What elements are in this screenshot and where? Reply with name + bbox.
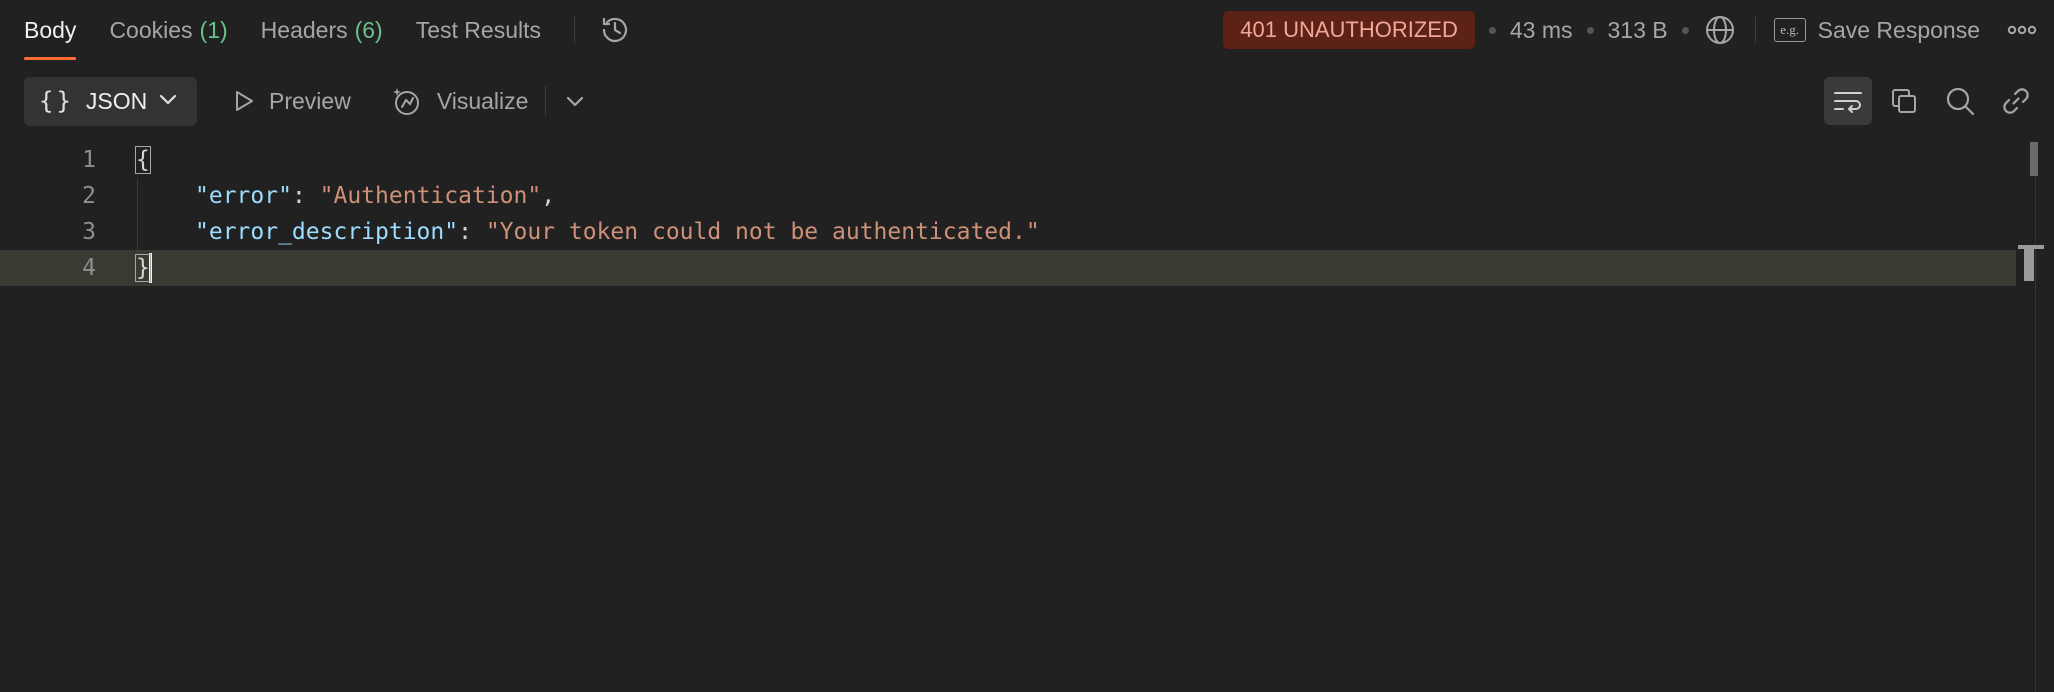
divider <box>545 86 547 116</box>
divider <box>1754 17 1756 43</box>
code-line: 3 "error_description": "Your token could… <box>0 214 2016 250</box>
response-tabs-bar: Body Cookies (1) Headers (6) Test Result… <box>0 0 2054 60</box>
copy-icon[interactable] <box>1880 77 1928 125</box>
format-dropdown[interactable]: {} JSON <box>24 76 197 126</box>
link-icon[interactable] <box>1992 77 2040 125</box>
indent-guide <box>137 178 138 250</box>
scrollbar-cursor-marker <box>2018 245 2044 283</box>
line-number: 4 <box>82 255 96 281</box>
preview-label: Preview <box>269 87 351 114</box>
json-key: "error_description" <box>195 219 459 245</box>
code-line: 1 { <box>0 142 2016 178</box>
code-text: } <box>135 253 152 283</box>
tab-cookies[interactable]: Cookies (1) <box>109 0 227 60</box>
visualize-icon <box>391 85 423 117</box>
more-icon[interactable] <box>2006 14 2038 46</box>
separator-dot <box>1681 26 1689 34</box>
open-brace: { <box>135 146 151 174</box>
save-response-button[interactable]: e.g. Save Response <box>1773 16 1980 44</box>
separator-dot <box>1488 26 1496 34</box>
scrollbar-track[interactable] <box>2035 142 2036 692</box>
status-badge[interactable]: 401 UNAUTHORIZED <box>1223 11 1475 49</box>
code-text: "error": "Authentication", <box>195 183 555 209</box>
code-line: 2 "error": "Authentication", <box>0 178 2016 214</box>
format-label: JSON <box>85 87 148 114</box>
separator-dot <box>1586 26 1594 34</box>
text-cursor <box>148 253 152 283</box>
response-size[interactable]: 313 B <box>1608 17 1668 44</box>
code-text: { <box>135 146 151 174</box>
play-icon <box>233 89 255 113</box>
json-separator: : <box>291 183 320 209</box>
json-value: "Authentication" <box>319 183 542 209</box>
tab-count: (6) <box>354 16 383 43</box>
preview-button[interactable]: Preview <box>233 88 351 115</box>
line-number: 2 <box>82 183 96 209</box>
code-editor[interactable]: 1 { 2 "error": "Authentication", 3 "erro… <box>0 142 2054 692</box>
close-brace: } <box>135 253 151 282</box>
line-number: 3 <box>82 219 96 245</box>
tab-count: (1) <box>199 16 228 43</box>
code-text: "error_description": "Your token could n… <box>195 219 1040 245</box>
scrollbar-thumb[interactable] <box>2030 142 2038 176</box>
visualize-button[interactable]: Visualize <box>391 85 529 117</box>
json-value: "Your token could not be authenticated." <box>485 219 1040 245</box>
visualize-label: Visualize <box>436 87 529 114</box>
response-panel: Body Cookies (1) Headers (6) Test Result… <box>0 0 2054 692</box>
response-tabs: Body Cookies (1) Headers (6) Test Result… <box>0 0 635 60</box>
tab-label: Body <box>24 16 77 43</box>
tab-headers[interactable]: Headers (6) <box>261 0 383 60</box>
example-icon: e.g. <box>1773 18 1806 42</box>
chevron-down-icon <box>159 92 177 110</box>
json-key: "error" <box>195 183 292 209</box>
chevron-down-icon[interactable] <box>560 86 590 116</box>
tab-label: Test Results <box>415 16 541 43</box>
line-number: 1 <box>82 147 96 173</box>
response-time[interactable]: 43 ms <box>1510 17 1573 44</box>
search-icon[interactable] <box>1936 77 1984 125</box>
globe-icon[interactable] <box>1703 13 1737 47</box>
body-toolbar: {} JSON Preview Visualize <box>0 76 2054 126</box>
save-response-label: Save Response <box>1817 16 1980 43</box>
response-meta: 401 UNAUTHORIZED 43 ms 313 B e.g. Save R… <box>1223 0 2054 60</box>
wrap-lines-icon[interactable] <box>1824 77 1872 125</box>
code-line-current: 4 } <box>0 250 2016 286</box>
json-separator: : <box>458 219 486 245</box>
history-icon[interactable] <box>595 10 635 50</box>
braces-icon: {} <box>39 87 74 115</box>
tab-body[interactable]: Body <box>24 0 77 60</box>
tab-label: Headers <box>260 16 348 43</box>
tab-label: Cookies <box>109 16 193 43</box>
json-comma: , <box>541 183 556 209</box>
tab-test-results[interactable]: Test Results <box>416 0 541 60</box>
editor-tools <box>1816 76 2040 126</box>
divider <box>574 17 575 43</box>
